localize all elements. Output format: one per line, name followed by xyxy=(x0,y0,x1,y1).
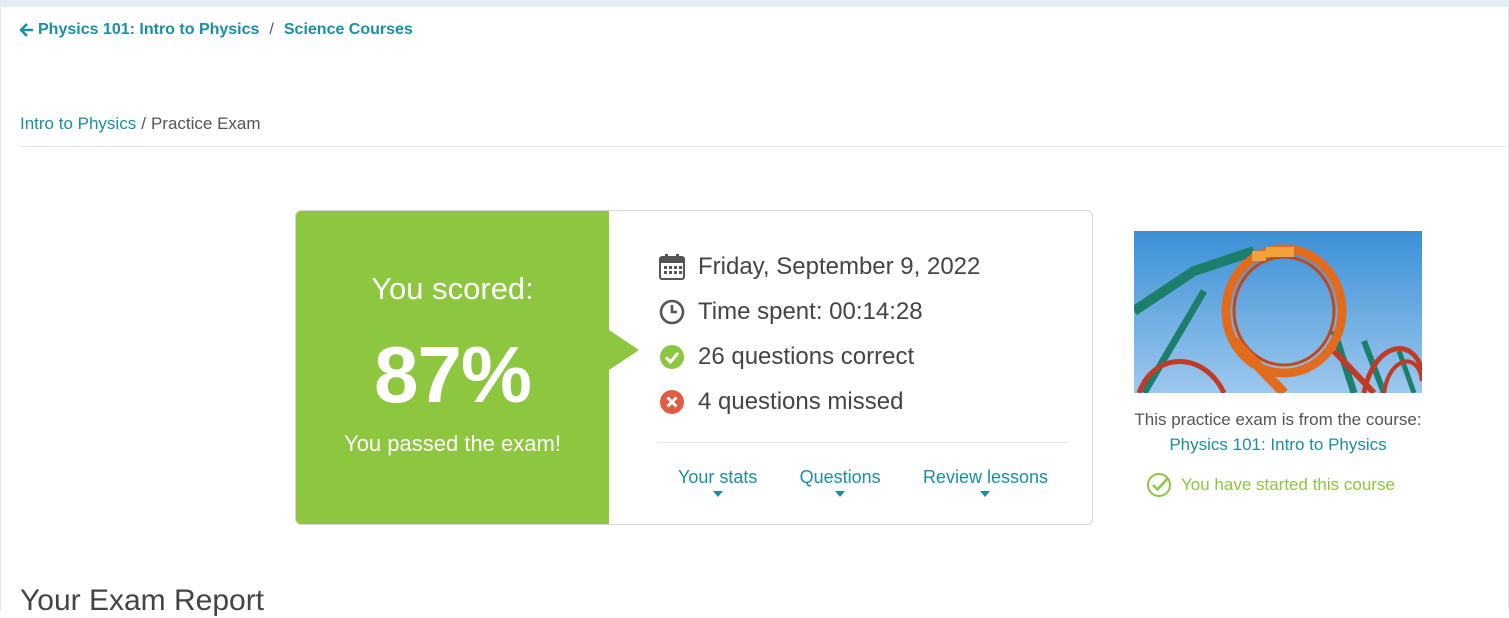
breadcrumb-separator: / xyxy=(269,21,274,38)
score-panel-pointer xyxy=(609,330,639,370)
score-label: You scored: xyxy=(371,271,534,306)
breadcrumb-separator-2: / xyxy=(141,114,146,133)
breadcrumb-current: Practice Exam xyxy=(150,114,261,133)
time-spent: Time spent: 00:14:28 xyxy=(698,297,923,325)
correct-row: 26 questions correct xyxy=(658,334,980,379)
top-bar xyxy=(0,0,1509,7)
tab-your-stats[interactable]: Your stats xyxy=(678,467,757,497)
questions-correct: 26 questions correct xyxy=(698,342,915,370)
exam-date: Friday, September 9, 2022 xyxy=(698,252,981,280)
details-divider xyxy=(658,442,1068,443)
course-thumbnail[interactable] xyxy=(1134,231,1422,393)
course-started-text: You have started this course xyxy=(1181,475,1395,494)
time-spent-row: Time spent: 00:14:28 xyxy=(658,289,980,334)
missed-row: 4 questions missed xyxy=(658,379,980,424)
questions-missed: 4 questions missed xyxy=(698,387,904,415)
caret-down-icon xyxy=(980,491,991,497)
tab-your-stats-label: Your stats xyxy=(678,467,758,487)
arrow-left-icon xyxy=(20,23,33,37)
exam-result-card: You scored: 87% You passed the exam! Fri… xyxy=(295,210,1093,525)
course-started-status: You have started this course xyxy=(1146,472,1395,498)
header-divider xyxy=(20,146,1507,147)
tab-questions[interactable]: Questions xyxy=(800,467,881,497)
course-from-text: This practice exam is from the course: xyxy=(1134,410,1422,429)
check-circle-icon xyxy=(658,343,686,371)
tab-review-lessons-label: Review lessons xyxy=(922,467,1048,487)
clock-icon xyxy=(658,298,686,326)
caret-down-icon xyxy=(712,491,723,497)
caret-down-icon xyxy=(835,491,846,497)
breadcrumb-intro-link[interactable]: Intro to Physics xyxy=(20,114,136,133)
tab-review-lessons[interactable]: Review lessons xyxy=(923,467,1048,497)
exam-details: Friday, September 9, 2022 Time spent: 00… xyxy=(658,244,980,424)
breadcrumb-top: Physics 101: Intro to Physics / Science … xyxy=(20,21,413,39)
breadcrumb-course-link[interactable]: Physics 101: Intro to Physics xyxy=(38,21,259,39)
score-value: 87% xyxy=(373,330,532,419)
exam-date-row: Friday, September 9, 2022 xyxy=(658,244,980,289)
score-panel: You scored: 87% You passed the exam! xyxy=(296,211,609,524)
result-tabs: Your stats Questions Review lessons xyxy=(658,467,1068,497)
exam-report-heading: Your Exam Report xyxy=(20,584,265,617)
left-border xyxy=(0,7,1,610)
score-message: You passed the exam! xyxy=(344,431,561,456)
breadcrumb-lesson: Intro to Physics / Practice Exam xyxy=(20,114,261,134)
calendar-icon xyxy=(658,253,686,281)
tab-questions-label: Questions xyxy=(799,467,881,487)
course-info: This practice exam is from the course: P… xyxy=(1090,407,1466,457)
check-circle-outline-icon xyxy=(1147,473,1171,497)
course-link[interactable]: Physics 101: Intro to Physics xyxy=(1169,435,1386,454)
breadcrumb-category-link[interactable]: Science Courses xyxy=(284,21,413,39)
x-circle-icon xyxy=(658,388,686,416)
